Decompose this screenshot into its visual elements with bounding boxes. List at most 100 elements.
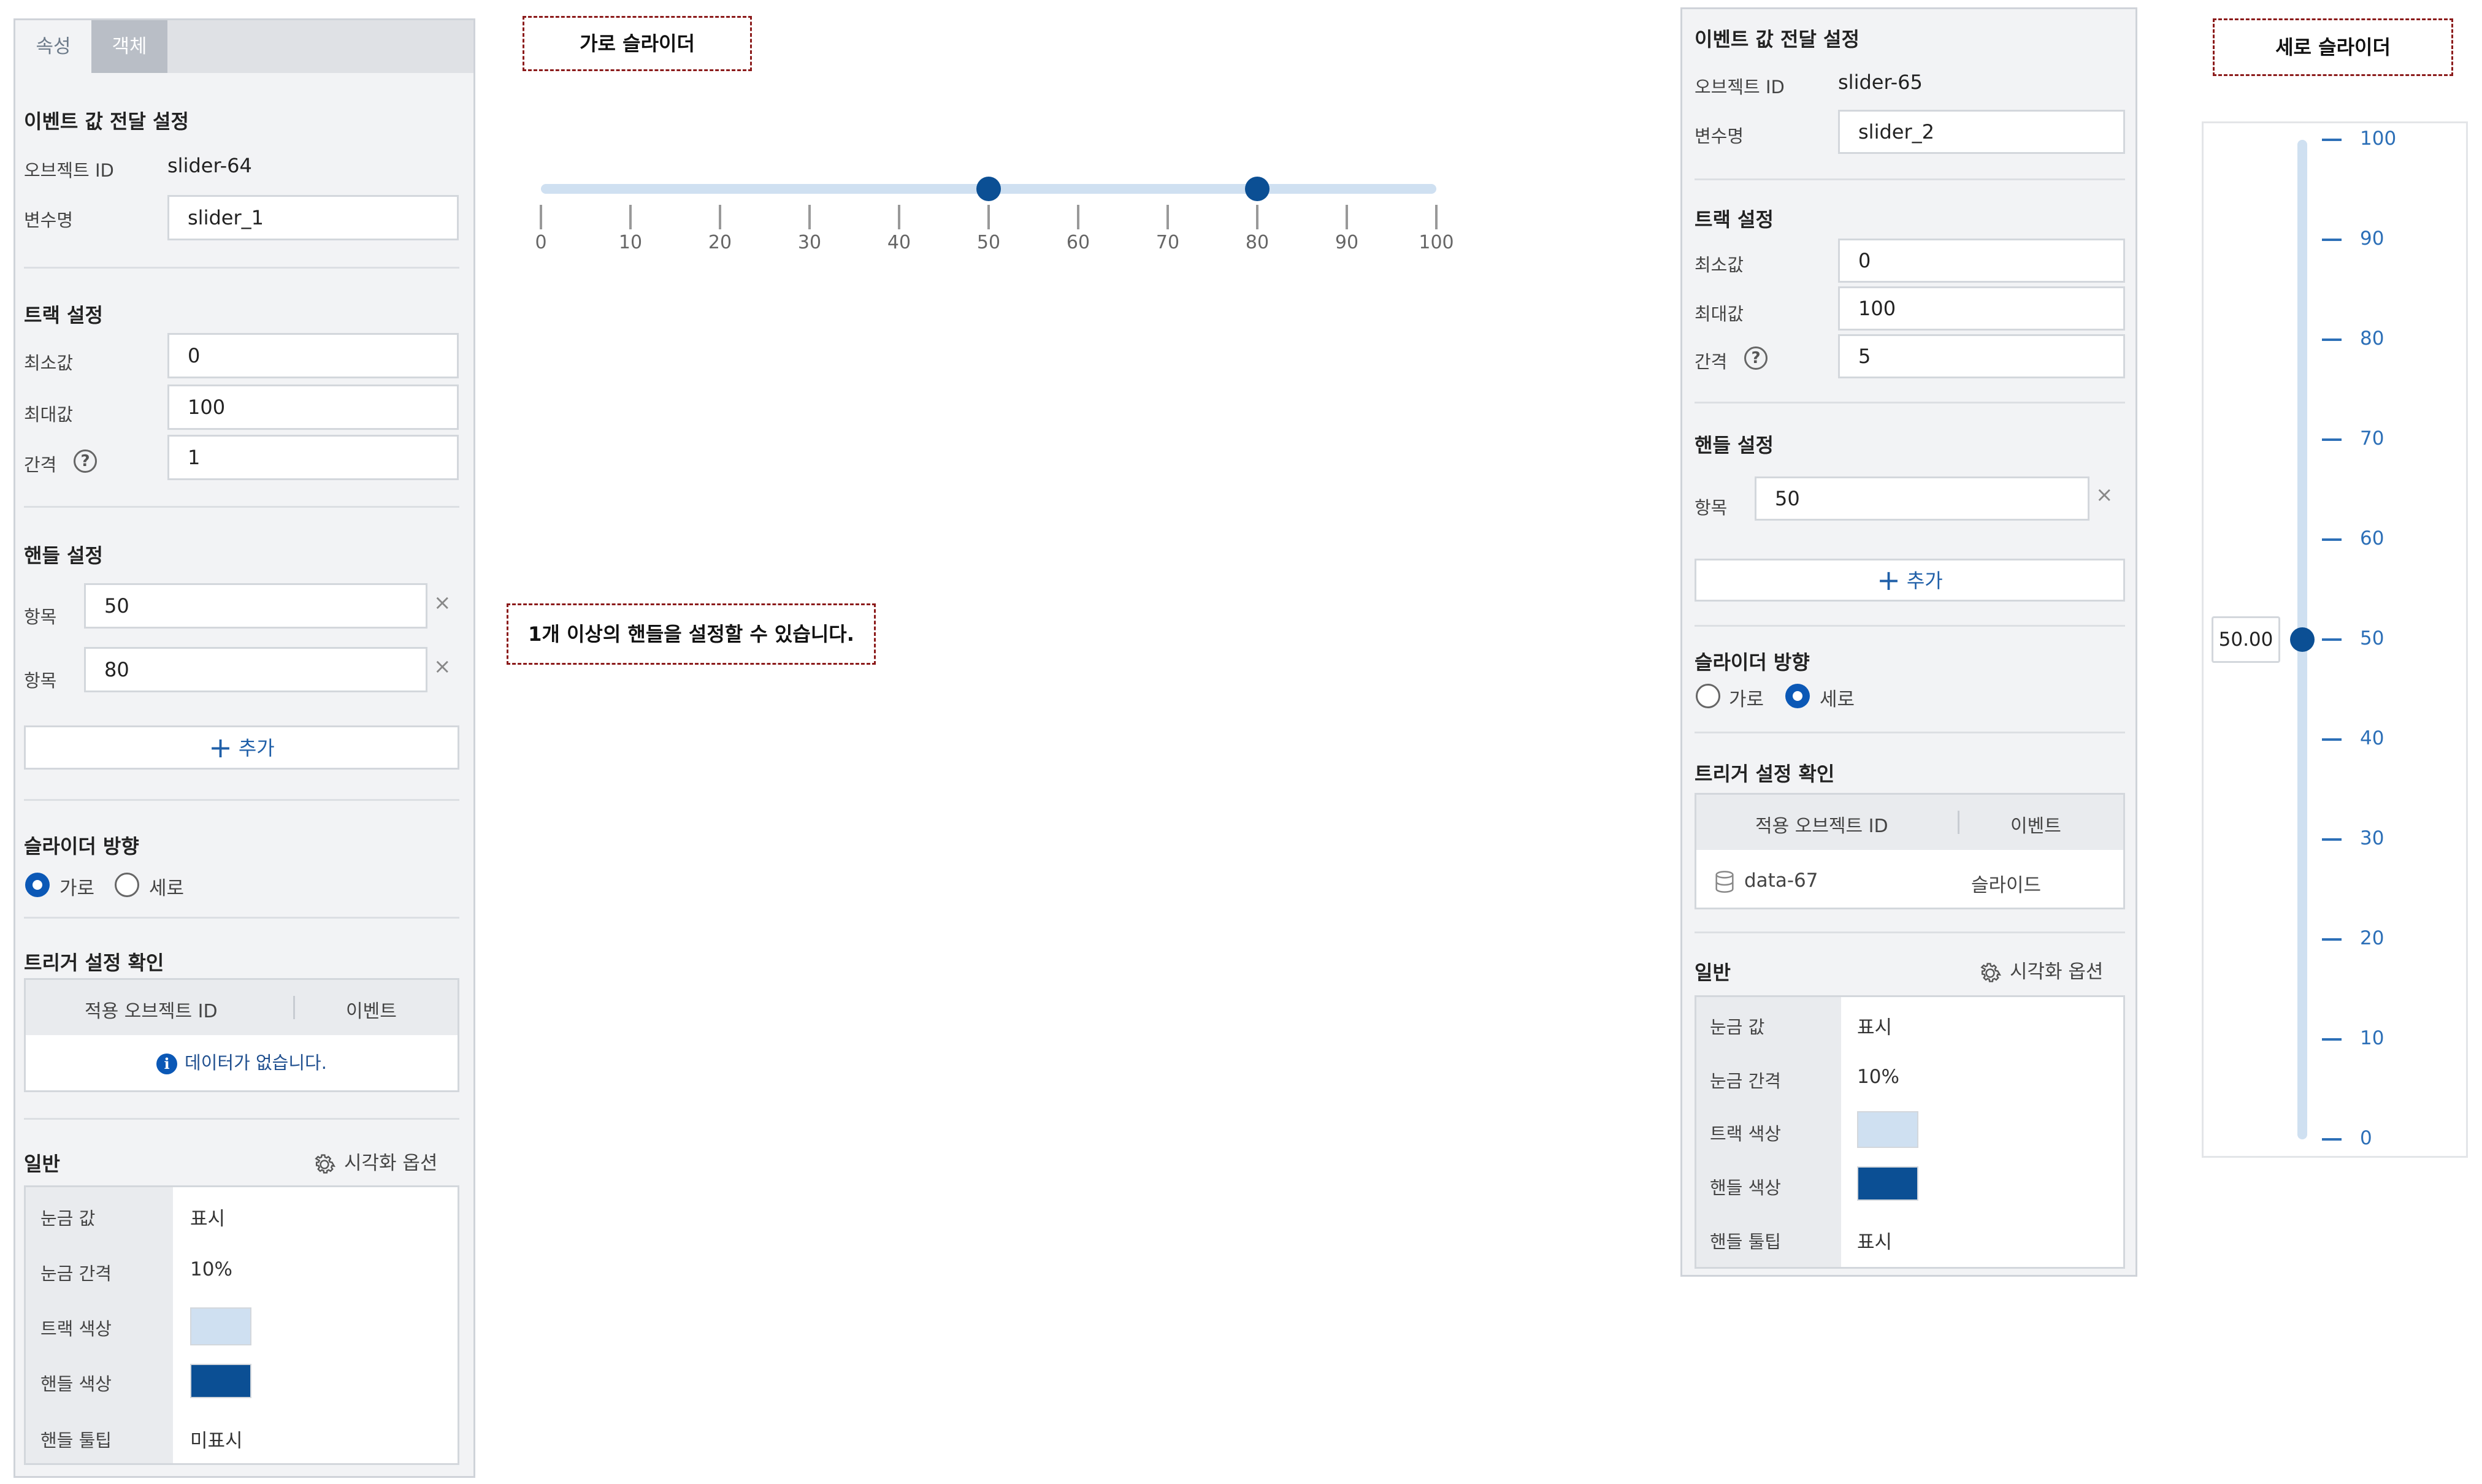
gear-icon: [315, 1153, 336, 1174]
step-input[interactable]: 1: [167, 435, 459, 480]
max-input[interactable]: 100: [1838, 286, 2125, 331]
radio-vertical[interactable]: [1785, 684, 1810, 708]
slider-tick: [2322, 1038, 2342, 1041]
general-options-table: 눈금 값 표시 눈금 간격 10% 트랙 색상 핸들 색상 핸들 툴팁 미표시: [24, 1185, 459, 1465]
track-color-swatch[interactable]: [1857, 1111, 1918, 1148]
step-input[interactable]: 5: [1838, 334, 2125, 378]
handle-item-label: 항목: [1695, 497, 1728, 518]
handle-color-swatch[interactable]: [190, 1364, 251, 1398]
slider-tick-label: 40: [887, 232, 911, 253]
direction-section-title: 슬라이더 방향: [24, 835, 139, 858]
slider-tick-label: 60: [1066, 232, 1090, 253]
slider-handle[interactable]: [976, 177, 1001, 201]
trigger-section-title: 트리거 설정 확인: [24, 951, 164, 974]
divider: [1695, 931, 2125, 933]
panel-tabs: 속성 객체: [15, 20, 473, 73]
divider: [24, 267, 459, 269]
slider-tick-label: 50: [976, 232, 1001, 253]
visualization-options-button[interactable]: 시각화 옵션: [1977, 956, 2103, 987]
slider-tick-label: 40: [2360, 727, 2384, 749]
slider-tick-label: 80: [1245, 232, 1270, 253]
empty-state-text: 데이터가 없습니다.: [185, 1052, 327, 1073]
tab-objects[interactable]: 객체: [91, 20, 167, 73]
visualization-options-button[interactable]: 시각화 옵션: [311, 1147, 437, 1178]
add-handle-button[interactable]: + 추가: [24, 725, 459, 770]
tab-properties[interactable]: 속성: [15, 20, 91, 73]
radio-vertical[interactable]: [115, 873, 139, 897]
slider-tick: [2322, 438, 2342, 441]
variable-name-input[interactable]: slider_2: [1838, 110, 2125, 154]
slider-handle[interactable]: [1245, 177, 1270, 201]
help-icon[interactable]: ?: [1744, 346, 1768, 370]
max-input[interactable]: 100: [167, 384, 459, 430]
add-handle-button[interactable]: + 추가: [1695, 559, 2125, 602]
min-input[interactable]: 0: [1838, 239, 2125, 283]
plus-icon: +: [209, 731, 232, 764]
table-row[interactable]: data-67 슬라이드: [1696, 854, 2123, 909]
close-icon[interactable]: ×: [434, 654, 451, 679]
radio-horizontal[interactable]: [25, 873, 50, 897]
multi-handle-note: 1개 이상의 핸들을 설정할 수 있습니다.: [507, 603, 876, 665]
close-icon[interactable]: ×: [434, 591, 451, 615]
general-section-title: 일반: [1695, 961, 1731, 984]
min-input[interactable]: 0: [167, 333, 459, 378]
handle-section-title: 핸들 설정: [24, 544, 103, 567]
slider-tick: [1256, 205, 1258, 229]
slider-tick: [2322, 638, 2342, 641]
min-label: 최소값: [24, 353, 74, 373]
radio-vertical-label: 세로: [149, 878, 185, 900]
track-section-title: 트랙 설정: [24, 304, 103, 327]
trigger-section-title: 트리거 설정 확인: [1695, 762, 1835, 786]
handle-color-swatch[interactable]: [1857, 1166, 1918, 1201]
handle-value-input[interactable]: 50: [84, 583, 427, 629]
slider-tick: [2322, 139, 2342, 141]
slider-tick: [2322, 838, 2342, 841]
slider-tick: [808, 205, 811, 229]
variable-name-input[interactable]: slider_1: [167, 195, 459, 240]
slider-tick-label: 0: [2360, 1127, 2372, 1149]
help-icon[interactable]: ?: [74, 449, 97, 473]
handle-value-input[interactable]: 50: [1755, 476, 2089, 521]
tick-interval-label: 눈금 간격: [1710, 1071, 1781, 1092]
slider-tick: [987, 205, 990, 229]
slider-tick: [1346, 205, 1348, 229]
divider: [1695, 732, 2125, 733]
close-icon[interactable]: ×: [2096, 483, 2113, 507]
column-header-object: 적용 오브젝트 ID: [1755, 816, 1888, 837]
trigger-event: 슬라이드: [1971, 874, 2042, 897]
slider-handle[interactable]: [2290, 627, 2315, 652]
handle-item-label: 항목: [24, 606, 57, 627]
track-color-swatch[interactable]: [190, 1307, 251, 1345]
slider-tick: [540, 205, 542, 229]
slider-tick-label: 60: [2360, 527, 2384, 549]
track-section-title: 트랙 설정: [1695, 208, 1774, 231]
object-id-label: 오브젝트 ID: [24, 160, 114, 181]
database-icon: [1715, 871, 1734, 893]
divider: [24, 917, 459, 919]
max-label: 최대값: [24, 404, 74, 425]
divider: [1695, 402, 2125, 404]
slider-tick: [1166, 205, 1169, 229]
divider: [24, 1118, 459, 1120]
tooltip-label: 핸들 툴팁: [40, 1430, 112, 1451]
variable-name-label: 변수명: [24, 210, 74, 231]
slider-tick-label: 100: [2360, 128, 2397, 150]
slider-tick-label: 30: [797, 232, 822, 253]
gear-icon: [1980, 962, 2002, 982]
trigger-table-header: 적용 오브젝트 ID 이벤트: [26, 980, 458, 1035]
radio-horizontal[interactable]: [1696, 684, 1720, 708]
track-color-label: 트랙 색상: [1710, 1123, 1781, 1144]
vertical-slider[interactable]: 0 10 20 30 40 50 60 70 80 90 100 50.00: [2202, 121, 2468, 1158]
horizontal-slider-note: 가로 슬라이더: [523, 16, 752, 71]
general-options-table: 눈금 값 표시 눈금 간격 10% 트랙 색상 핸들 색상 핸들 툴팁 표시: [1695, 995, 2125, 1269]
handle-value-input[interactable]: 80: [84, 647, 427, 692]
add-button-label: 추가: [238, 736, 275, 760]
event-section-title: 이벤트 값 전달 설정: [24, 110, 189, 133]
column-separator: [293, 996, 295, 1019]
slider-tick-label: 70: [2360, 427, 2384, 449]
slider-tick-label: 20: [2360, 927, 2384, 949]
horizontal-slider[interactable]: 0 10 20 30 40 50 60 70 80 90 100: [534, 159, 1466, 270]
divider: [24, 799, 459, 801]
slider-tick-label: 10: [618, 232, 643, 253]
step-label: 간격: [24, 454, 57, 475]
